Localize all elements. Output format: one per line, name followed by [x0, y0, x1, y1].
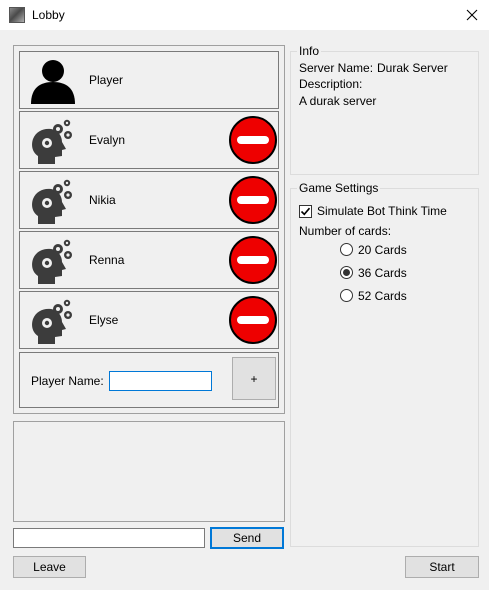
add-player-button[interactable]: + — [232, 357, 276, 400]
bot-head-gears-icon — [32, 179, 72, 224]
description-value: A durak server — [299, 94, 377, 108]
game-settings-group: Game Settings Simulate Bot Think Time Nu… — [290, 181, 479, 547]
kick-button[interactable] — [228, 115, 278, 165]
checkmark-icon — [300, 207, 311, 216]
no-entry-icon — [229, 296, 277, 344]
player-row-3: Renna — [19, 231, 279, 289]
no-entry-icon — [229, 236, 277, 284]
leave-button[interactable]: Leave — [13, 556, 86, 578]
player-row-4: Elyse — [19, 291, 279, 349]
bot-head-gears-icon — [32, 299, 72, 344]
kick-button[interactable] — [228, 295, 278, 345]
radio-label[interactable]: 20 Cards — [358, 243, 407, 257]
no-entry-icon — [229, 176, 277, 224]
no-entry-icon — [229, 116, 277, 164]
title-bar: Lobby — [0, 0, 489, 30]
radio-dot-icon — [343, 269, 350, 276]
radio-button[interactable] — [340, 289, 353, 302]
player-name: Player — [89, 73, 124, 87]
start-button[interactable]: Start — [405, 556, 479, 578]
add-player-row: Player Name: + — [19, 352, 279, 408]
close-button[interactable] — [455, 0, 489, 30]
send-button[interactable]: Send — [210, 527, 284, 549]
server-name-label: Server Name: — [299, 61, 374, 75]
close-icon — [466, 9, 478, 21]
player-row-0: Player — [19, 51, 279, 109]
number-of-cards-label: Number of cards: — [299, 224, 392, 238]
bot-head-gears-icon — [32, 119, 72, 164]
app-icon — [9, 7, 25, 23]
player-name: Nikia — [89, 193, 116, 207]
game-settings-legend: Game Settings — [297, 181, 381, 195]
player-row-1: Evalyn — [19, 111, 279, 169]
kick-button[interactable] — [228, 235, 278, 285]
chat-log[interactable] — [13, 421, 285, 522]
window-title: Lobby — [32, 8, 65, 22]
players-panel: Player Evalyn Nikia Renna Elyse Player N… — [13, 45, 285, 414]
description-label: Description: — [299, 77, 363, 91]
chat-input[interactable] — [13, 528, 205, 548]
player-row-2: Nikia — [19, 171, 279, 229]
player-name: Evalyn — [89, 133, 126, 147]
player-name-label: Player Name: — [31, 374, 104, 388]
player-name: Elyse — [89, 313, 119, 327]
info-group: Info Server Name: Durak Server Descripti… — [290, 44, 479, 175]
server-name-value: Durak Server — [377, 61, 448, 75]
radio-button-selected[interactable] — [340, 266, 353, 279]
player-name: Renna — [89, 253, 125, 267]
simulate-think-label[interactable]: Simulate Bot Think Time — [317, 204, 447, 218]
radio-label[interactable]: 52 Cards — [358, 289, 407, 303]
radio-button[interactable] — [340, 243, 353, 256]
radio-label[interactable]: 36 Cards — [358, 266, 407, 280]
player-name-input[interactable] — [109, 371, 212, 391]
person-icon — [31, 60, 75, 104]
simulate-think-checkbox[interactable] — [299, 205, 312, 218]
info-legend: Info — [297, 44, 322, 58]
kick-button[interactable] — [228, 175, 278, 225]
bot-head-gears-icon — [32, 239, 72, 284]
